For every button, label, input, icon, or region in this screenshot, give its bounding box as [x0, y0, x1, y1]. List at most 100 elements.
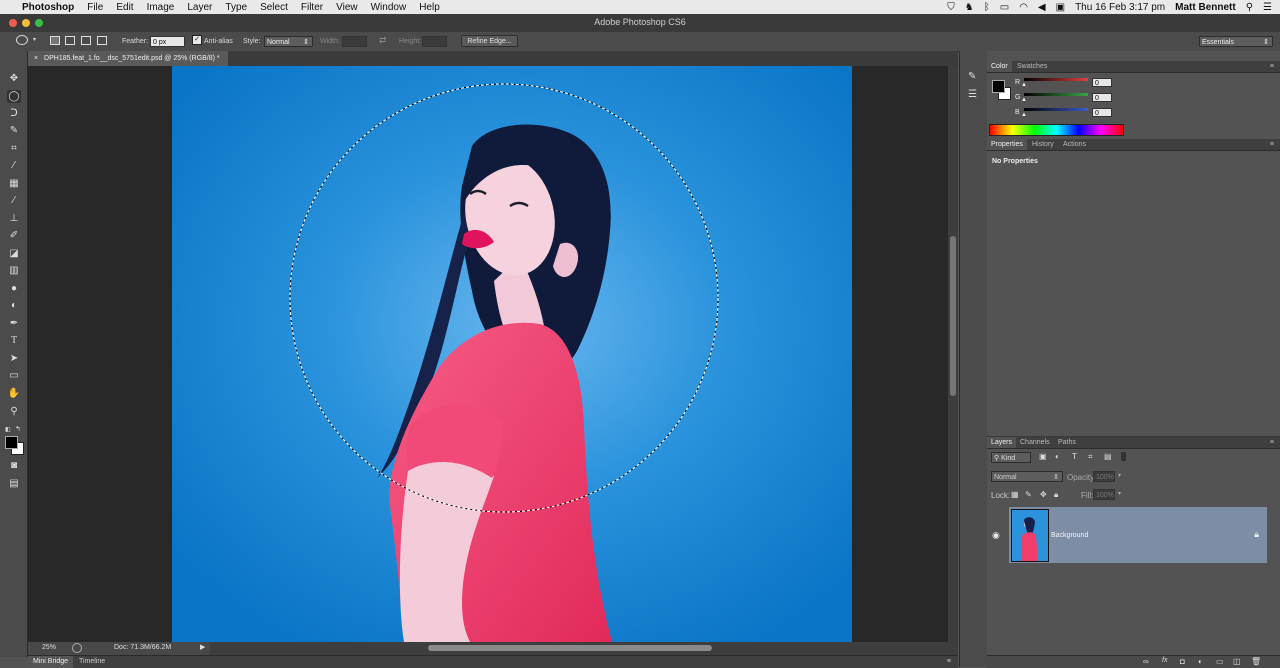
panel-menu-icon[interactable]: ≡ [1266, 139, 1278, 150]
menu-window[interactable]: Window [371, 2, 407, 13]
pen-tool-icon[interactable]: ✒ [7, 317, 21, 330]
layer-filter-select[interactable]: ⚲ Kind [991, 452, 1031, 463]
zoom-level[interactable]: 25% [42, 644, 56, 651]
lock-transparency-icon[interactable]: ▦ [1011, 490, 1019, 499]
lasso-tool-icon[interactable]: ᑐ [7, 107, 21, 120]
status-menu-arrow-icon[interactable]: ▶ [200, 643, 205, 651]
menu-edit[interactable]: Edit [116, 2, 133, 13]
gradient-tool-icon[interactable]: ▥ [7, 264, 21, 277]
eyedropper-tool-icon[interactable]: ⁄ [7, 159, 21, 172]
panel-menu-icon[interactable]: ≡ [1266, 61, 1278, 72]
new-layer-icon[interactable]: ◫ [1233, 657, 1241, 666]
layer-name-background[interactable]: Background [1051, 532, 1088, 539]
color-fg-swatch[interactable] [992, 80, 1005, 93]
display-icon[interactable]: ▭ [1000, 2, 1009, 13]
g-slider-thumb-icon[interactable]: ▲ [1021, 97, 1027, 103]
layer-row-background[interactable]: Background 🔒︎ [1009, 507, 1267, 563]
subtract-selection-icon[interactable] [81, 36, 91, 45]
delete-layer-icon[interactable]: 🗑︎ [1251, 657, 1261, 666]
link-layers-icon[interactable]: ∞ [1143, 657, 1149, 666]
layer-style-fx-icon[interactable]: fx [1162, 657, 1167, 664]
document-canvas[interactable] [172, 66, 852, 642]
tool-presets-icon[interactable]: ✎ [968, 71, 976, 82]
tab-history[interactable]: History [1028, 139, 1058, 150]
lock-position-icon[interactable]: ✥ [1040, 490, 1047, 499]
menu-filter[interactable]: Filter [301, 2, 323, 13]
history-brush-tool-icon[interactable]: ✐ [7, 229, 21, 242]
notification-center-icon[interactable]: ☰ [1263, 2, 1272, 13]
spotlight-search-icon[interactable]: ⚲ [1246, 2, 1253, 13]
zoom-tool-icon[interactable]: ⚲ [7, 405, 21, 418]
new-selection-icon[interactable] [50, 36, 60, 45]
r-slider-thumb-icon[interactable]: ▲ [1021, 82, 1027, 88]
menu-view[interactable]: View [336, 2, 358, 13]
clone-stamp-tool-icon[interactable]: ⊥ [7, 212, 21, 225]
new-group-icon[interactable]: ▭ [1216, 657, 1224, 666]
rectangle-tool-icon[interactable]: ▭ [7, 369, 21, 382]
color-r-value[interactable]: 0 [1092, 78, 1112, 87]
spot-healing-tool-icon[interactable]: ▦ [7, 177, 21, 190]
horizontal-scrollbar[interactable] [210, 642, 958, 655]
color-g-value[interactable]: 0 [1092, 93, 1112, 102]
fill-dropdown-icon[interactable]: ▾ [1118, 490, 1121, 497]
document-tab[interactable]: × DPH185.feat_1.fo__dsc_5751edit.psd @ 2… [28, 51, 228, 66]
filter-shape-icon[interactable]: ⌗ [1088, 452, 1093, 462]
tab-mini-bridge[interactable]: Mini Bridge [28, 656, 74, 668]
panel-menu-icon[interactable]: ≡ [942, 656, 956, 668]
color-g-slider[interactable] [1024, 93, 1088, 96]
width-input[interactable] [342, 36, 367, 47]
new-adjustment-layer-icon[interactable]: ◐ [1198, 657, 1203, 666]
filter-adjustment-icon[interactable]: ◐ [1055, 452, 1060, 461]
hand-tool-icon[interactable]: ✋ [7, 387, 21, 400]
foreground-color-swatch[interactable] [5, 436, 18, 449]
color-spectrum-ramp[interactable] [989, 124, 1124, 136]
layer-visibility-eye-icon[interactable]: ◉ [992, 530, 1000, 541]
adjustments-panel-icon[interactable]: ☰ [968, 89, 977, 100]
user-name[interactable]: Matt Bennett [1175, 2, 1236, 13]
swap-colors-icon[interactable]: ↰ [15, 425, 21, 433]
tab-layers[interactable]: Layers [987, 437, 1017, 448]
tab-actions[interactable]: Actions [1059, 139, 1090, 150]
quick-selection-tool-icon[interactable]: ✎ [7, 124, 21, 137]
horizontal-scroll-thumb[interactable] [428, 645, 712, 651]
filter-smartobject-icon[interactable]: ▤ [1104, 452, 1112, 461]
menu-app-name[interactable]: Photoshop [22, 2, 74, 13]
shield-icon[interactable]: ⛉ [947, 2, 955, 13]
type-tool-icon[interactable]: T [7, 334, 21, 347]
panel-menu-icon[interactable]: ≡ [1266, 437, 1278, 448]
menu-image[interactable]: Image [147, 2, 175, 13]
evernote-icon[interactable]: ♞ [965, 2, 974, 13]
screen-mode-icon[interactable]: ▤ [7, 477, 21, 490]
tab-properties[interactable]: Properties [987, 139, 1027, 150]
fill-input[interactable]: 100% [1093, 489, 1115, 500]
preset-dropdown-icon[interactable]: ▾ [33, 36, 36, 43]
bluetooth-icon[interactable]: ᛒ [984, 2, 990, 13]
color-b-value[interactable]: 0 [1092, 108, 1112, 117]
status-info-icon[interactable] [72, 643, 82, 653]
height-input[interactable] [422, 36, 447, 47]
tab-timeline[interactable]: Timeline [74, 656, 110, 668]
lock-pixels-icon[interactable]: ✎ [1025, 490, 1032, 499]
menu-layer[interactable]: Layer [187, 2, 212, 13]
path-selection-tool-icon[interactable]: ➤ [7, 352, 21, 365]
tab-swatches[interactable]: Swatches [1013, 61, 1051, 72]
elliptical-marquee-preset-icon[interactable] [16, 35, 28, 45]
menu-type[interactable]: Type [225, 2, 247, 13]
add-mask-icon[interactable]: ◘ [1180, 657, 1185, 666]
volume-icon[interactable]: ◀ [1038, 2, 1046, 13]
tab-paths[interactable]: Paths [1054, 437, 1080, 448]
workspace-select[interactable]: Essentials ⇕ [1199, 36, 1273, 47]
wifi-icon[interactable]: ◠ [1019, 2, 1028, 13]
filter-pixel-icon[interactable]: ▣ [1039, 452, 1047, 461]
default-colors-icon[interactable]: ◧ [5, 426, 11, 433]
color-b-slider[interactable] [1024, 108, 1088, 111]
move-tool-icon[interactable]: ✥ [7, 72, 21, 85]
eraser-tool-icon[interactable]: ◪ [7, 247, 21, 260]
elliptical-marquee-tool-icon[interactable]: ◯ [7, 90, 21, 103]
menu-select[interactable]: Select [260, 2, 288, 13]
intersect-selection-icon[interactable] [97, 36, 107, 45]
brush-tool-icon[interactable]: ⁄ [7, 194, 21, 207]
add-to-selection-icon[interactable] [65, 36, 75, 45]
tab-channels[interactable]: Channels [1016, 437, 1054, 448]
dodge-tool-icon[interactable]: ◐ [7, 299, 21, 312]
